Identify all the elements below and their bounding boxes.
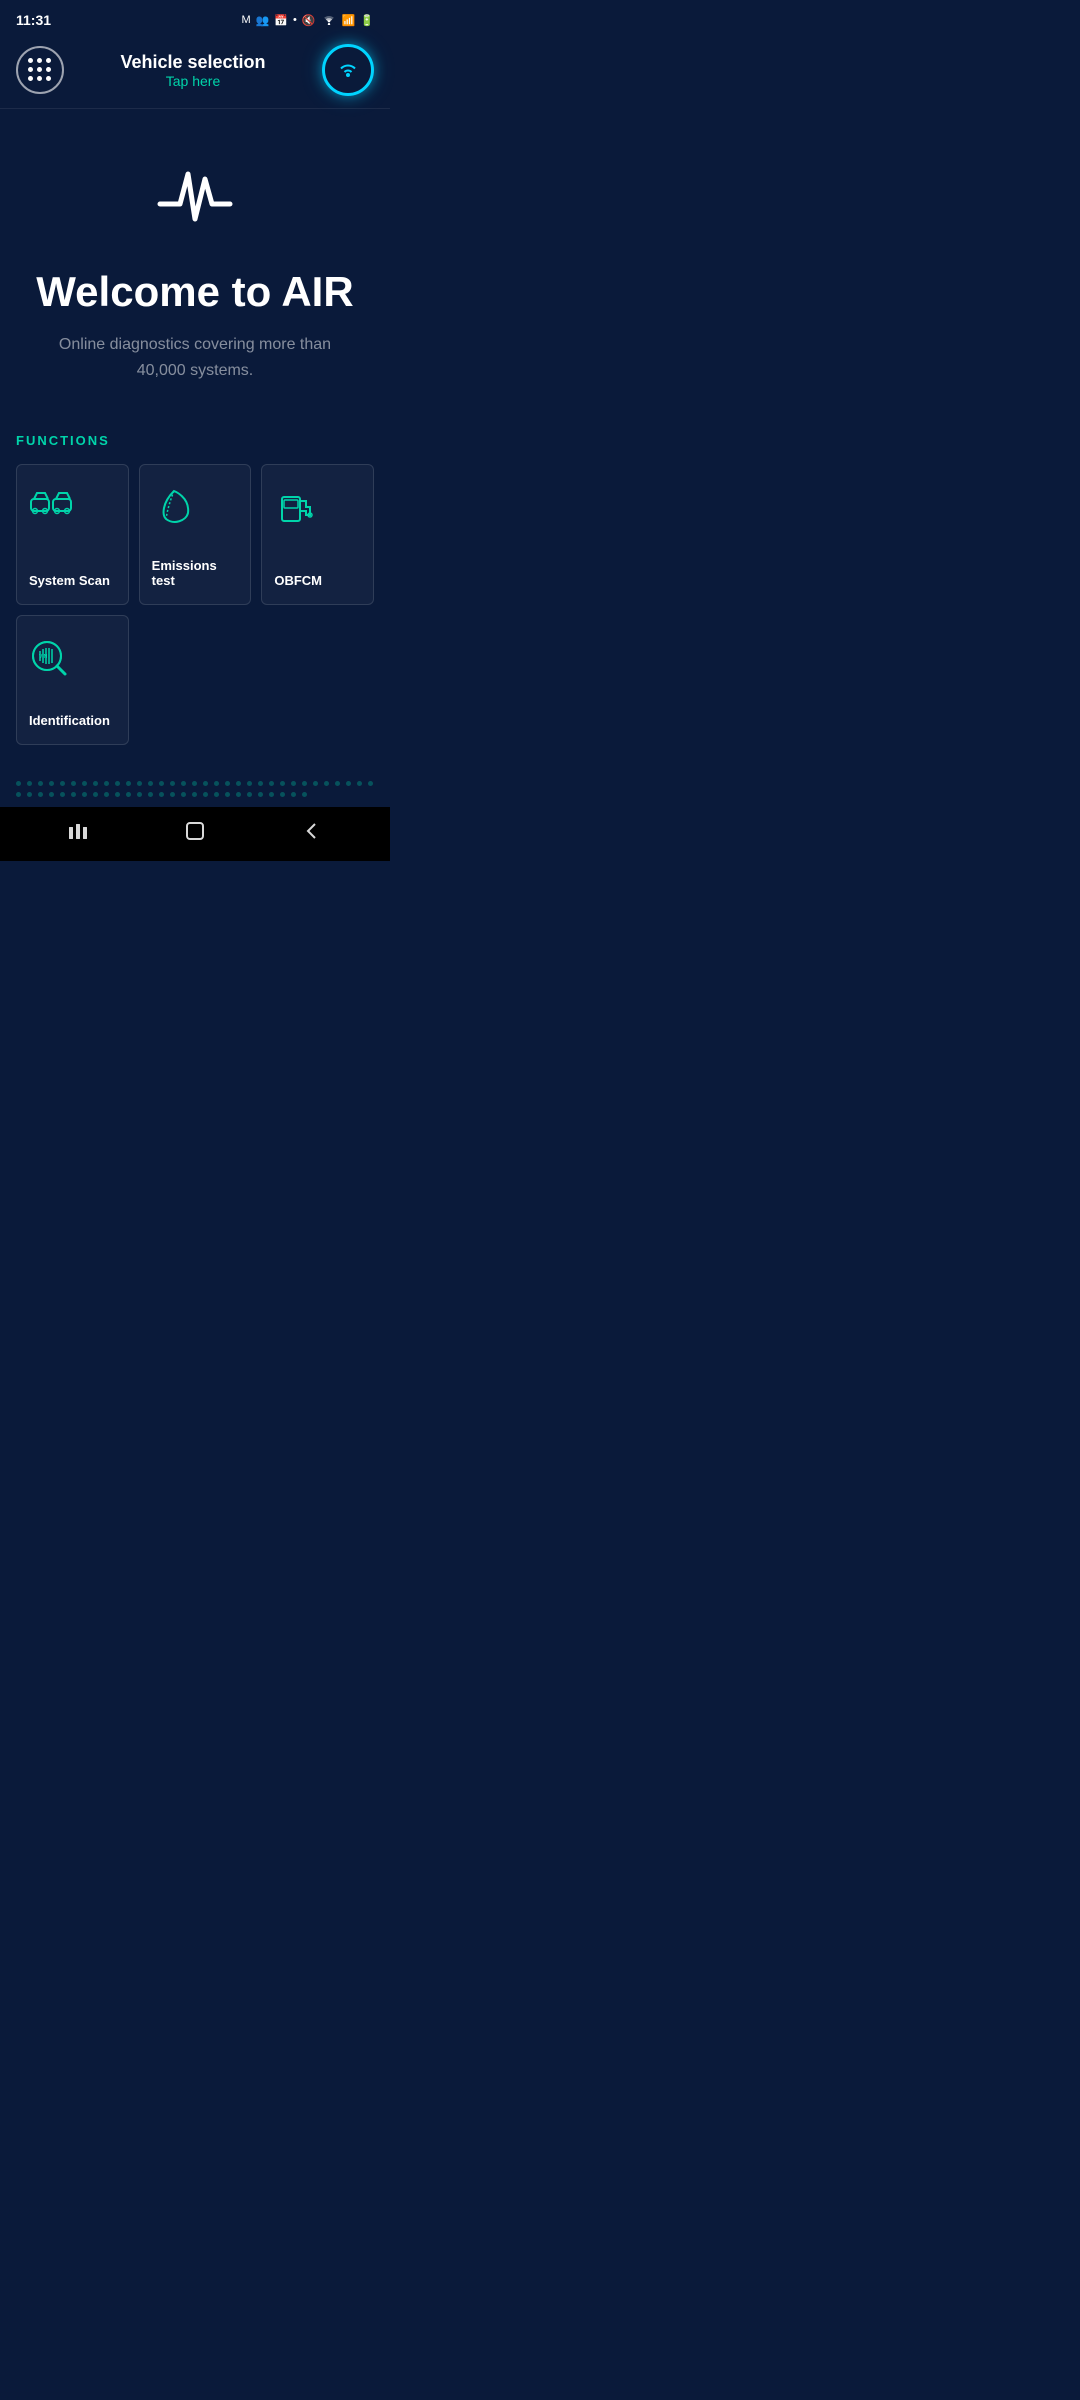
notification-dot: • (293, 14, 297, 26)
system-scan-label: System Scan (29, 573, 110, 588)
back-icon[interactable] (301, 820, 323, 848)
mute-icon: 🔇 (302, 14, 316, 27)
leaf-icon (152, 485, 196, 550)
emissions-test-card[interactable]: Emissions test (139, 464, 252, 605)
identification-label: Identification (29, 713, 110, 728)
status-bar: 11:31 M 👥 📅 • 🔇 📶 🔋 (0, 0, 390, 36)
hero-section: Welcome to AIR Online diagnostics coveri… (0, 109, 390, 413)
android-nav-bar (0, 807, 390, 861)
team-icon: 👥 (256, 14, 270, 27)
bottom-decoration: const deco = document.querySelector('.bo… (0, 765, 390, 797)
scan-button[interactable] (322, 44, 374, 96)
obfcm-card[interactable]: OBFCM (261, 464, 374, 605)
home-icon[interactable] (184, 820, 206, 848)
functions-grid: System Scan Emissions test (16, 464, 374, 605)
battery-icon: 🔋 (360, 14, 374, 27)
nav-title: Vehicle selection (120, 52, 265, 73)
nav-title-area[interactable]: Vehicle selection Tap here (120, 52, 265, 89)
signal-icon: 📶 (342, 14, 356, 27)
fuel-icon (274, 485, 318, 550)
hero-title: Welcome to AIR (36, 268, 353, 316)
nav-subtitle: Tap here (120, 73, 265, 89)
gmail-icon: M (241, 14, 250, 26)
obfcm-label: OBFCM (274, 573, 322, 588)
menu-button[interactable] (16, 46, 64, 94)
system-scan-card[interactable]: System Scan (16, 464, 129, 605)
vin-icon: VIN (29, 636, 73, 701)
wifi-icon (321, 13, 337, 28)
calendar-icon: 📅 (274, 14, 288, 27)
wifi-scan-icon (336, 56, 360, 85)
functions-grid-second: VIN Identification (16, 615, 374, 745)
hero-logo (150, 149, 240, 244)
status-time: 11:31 (16, 12, 51, 28)
top-nav: Vehicle selection Tap here (0, 36, 390, 109)
status-icons: M 👥 📅 • 🔇 📶 🔋 (241, 13, 374, 28)
svg-text:VIN: VIN (39, 654, 48, 660)
emissions-test-label: Emissions test (152, 558, 239, 588)
functions-label: FUNCTIONS (16, 433, 374, 448)
grid-dots-icon (28, 58, 52, 82)
hero-subtitle: Online diagnostics covering more than 40… (55, 332, 335, 383)
recent-apps-icon[interactable] (67, 820, 89, 848)
functions-section: FUNCTIONS System Scan (0, 413, 390, 765)
identification-card[interactable]: VIN Identification (16, 615, 129, 745)
car-scan-icon (29, 485, 73, 550)
waveform-icon (150, 149, 240, 239)
